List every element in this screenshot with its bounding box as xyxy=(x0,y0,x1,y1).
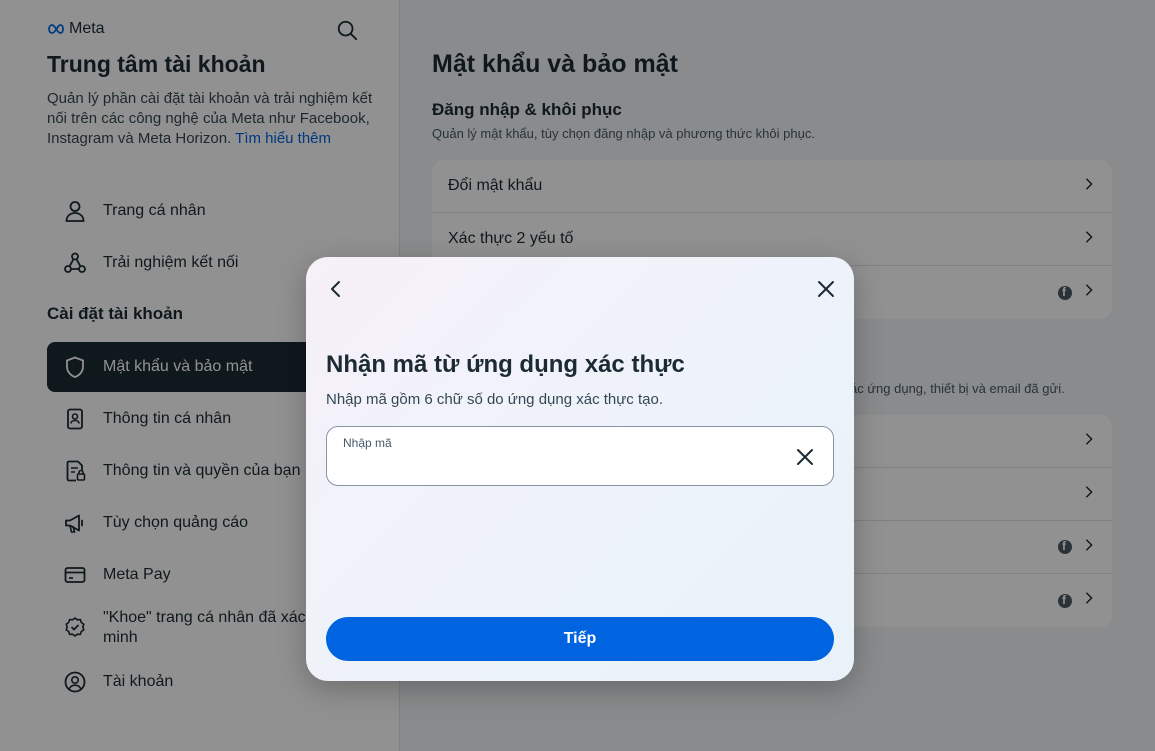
close-button[interactable] xyxy=(812,275,840,303)
close-icon xyxy=(797,449,813,465)
code-field[interactable]: Nhập mã xyxy=(326,426,834,486)
dialog-description: Nhập mã gồm 6 chữ số do ứng dụng xác thự… xyxy=(326,391,663,408)
continue-button[interactable]: Tiếp xyxy=(326,617,834,661)
chevron-left-icon xyxy=(331,281,340,297)
code-field-label: Nhập mã xyxy=(343,436,392,450)
clear-input-button[interactable] xyxy=(791,443,819,471)
back-button[interactable] xyxy=(322,275,350,303)
dialog-title: Nhận mã từ ứng dụng xác thực xyxy=(326,351,685,378)
authenticator-code-dialog: Nhận mã từ ứng dụng xác thực Nhập mã gồm… xyxy=(306,257,854,681)
code-input[interactable] xyxy=(343,454,783,478)
close-icon xyxy=(818,281,834,297)
